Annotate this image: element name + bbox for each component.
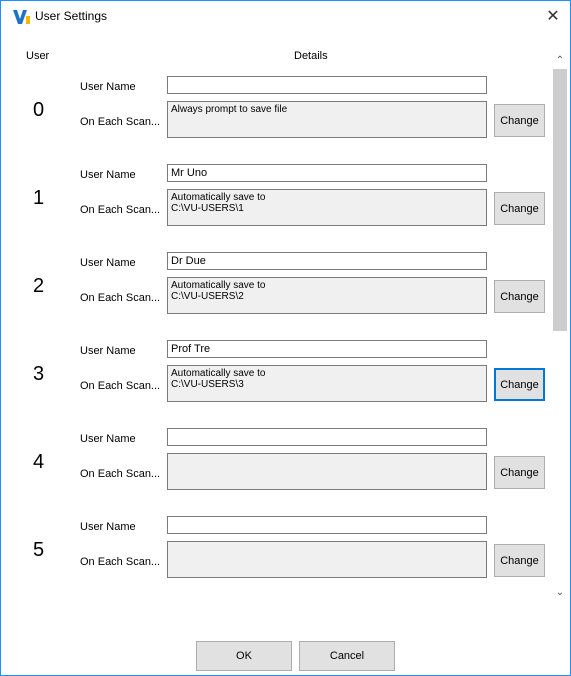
cancel-button[interactable]: Cancel [299,641,395,671]
change-button[interactable]: Change [494,280,545,313]
on-each-scan-label: On Each Scan... [80,468,161,480]
user-column-header: User [26,50,50,62]
user-name-label: User Name [80,257,136,269]
chevron-down-icon[interactable]: ⌄ [553,586,567,600]
user-number: 5 [33,539,45,561]
on-each-scan-label: On Each Scan... [80,292,161,304]
user-row-2: 2 User Name On Each Scan... Automaticall… [1,252,551,340]
scrollbar-thumb[interactable] [553,69,567,331]
details-column-header: Details [294,50,328,62]
change-button[interactable]: Change [494,104,545,137]
ok-button[interactable]: OK [196,641,292,671]
user-name-input[interactable] [167,76,487,94]
title-bar: User Settings ✕ [1,1,570,31]
user-name-input[interactable] [167,252,487,270]
scan-action-display [167,453,487,490]
scan-action-display: Always prompt to save file [167,101,487,138]
scan-action-display: Automatically save to C:\VU-USERS\2 [167,277,487,314]
user-name-input[interactable] [167,164,487,182]
change-button[interactable]: Change [494,368,545,401]
user-name-label: User Name [80,345,136,357]
window-title: User Settings [35,9,108,23]
user-number: 1 [33,187,45,209]
on-each-scan-label: On Each Scan... [80,204,161,216]
user-name-label: User Name [80,521,136,533]
user-number: 2 [33,275,45,297]
user-number: 3 [33,363,45,385]
user-number: 0 [33,99,45,121]
on-each-scan-label: On Each Scan... [80,380,161,392]
scan-action-display: Automatically save to C:\VU-USERS\1 [167,189,487,226]
user-name-input[interactable] [167,428,487,446]
change-button[interactable]: Change [494,192,545,225]
scan-action-display [167,541,487,578]
user-settings-window: User Settings ✕ User Details ⌃ ⌄ 0 User … [0,0,571,676]
user-name-label: User Name [80,433,136,445]
user-row-3: 3 User Name On Each Scan... Automaticall… [1,340,551,428]
change-button[interactable]: Change [494,456,545,489]
change-button[interactable]: Change [494,544,545,577]
on-each-scan-label: On Each Scan... [80,556,161,568]
user-row-1: 1 User Name On Each Scan... Automaticall… [1,164,551,252]
close-icon: ✕ [546,8,560,25]
vu-logo-icon [13,10,31,24]
user-row-4: 4 User Name On Each Scan... Change [1,428,551,516]
user-row-5: 5 User Name On Each Scan... Change [1,516,551,604]
user-number: 4 [33,451,45,473]
scan-action-display: Automatically save to C:\VU-USERS\3 [167,365,487,402]
user-row-0: 0 User Name On Each Scan... Always promp… [1,76,551,164]
user-name-label: User Name [80,169,136,181]
close-button[interactable]: ✕ [536,1,570,31]
on-each-scan-label: On Each Scan... [80,116,161,128]
user-name-label: User Name [80,81,136,93]
chevron-up-icon[interactable]: ⌃ [553,54,567,68]
user-name-input[interactable] [167,516,487,534]
user-name-input[interactable] [167,340,487,358]
